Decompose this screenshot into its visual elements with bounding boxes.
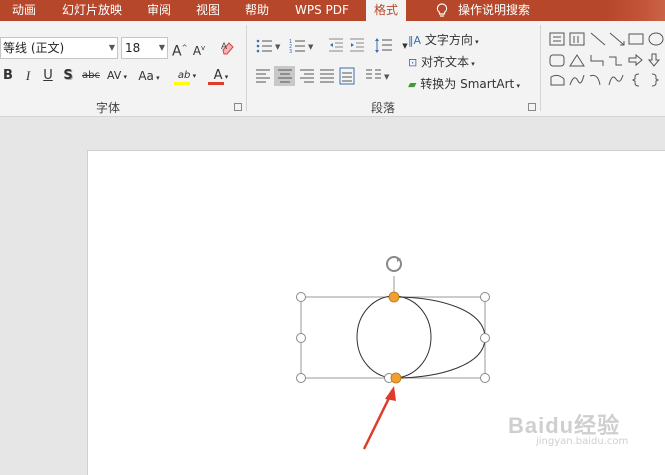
- resize-handle-bottom-left[interactable]: [296, 373, 306, 383]
- resize-handle-top-right[interactable]: [480, 292, 490, 302]
- teardrop-shape[interactable]: [356, 295, 486, 379]
- selected-shape-overlay: [296, 256, 490, 450]
- edit-point-handle-bottom[interactable]: [390, 372, 402, 384]
- rotate-handle-icon[interactable]: [386, 256, 402, 272]
- selection-box: [300, 296, 486, 379]
- red-annotation-arrow: [362, 386, 396, 450]
- resize-handle-top-left[interactable]: [296, 292, 306, 302]
- watermark-url: jingyan.baidu.com: [536, 436, 629, 447]
- resize-handle-right[interactable]: [480, 333, 490, 343]
- resize-handle-left[interactable]: [296, 333, 306, 343]
- resize-handle-bottom-right[interactable]: [480, 373, 490, 383]
- edit-point-handle-top[interactable]: [388, 291, 400, 303]
